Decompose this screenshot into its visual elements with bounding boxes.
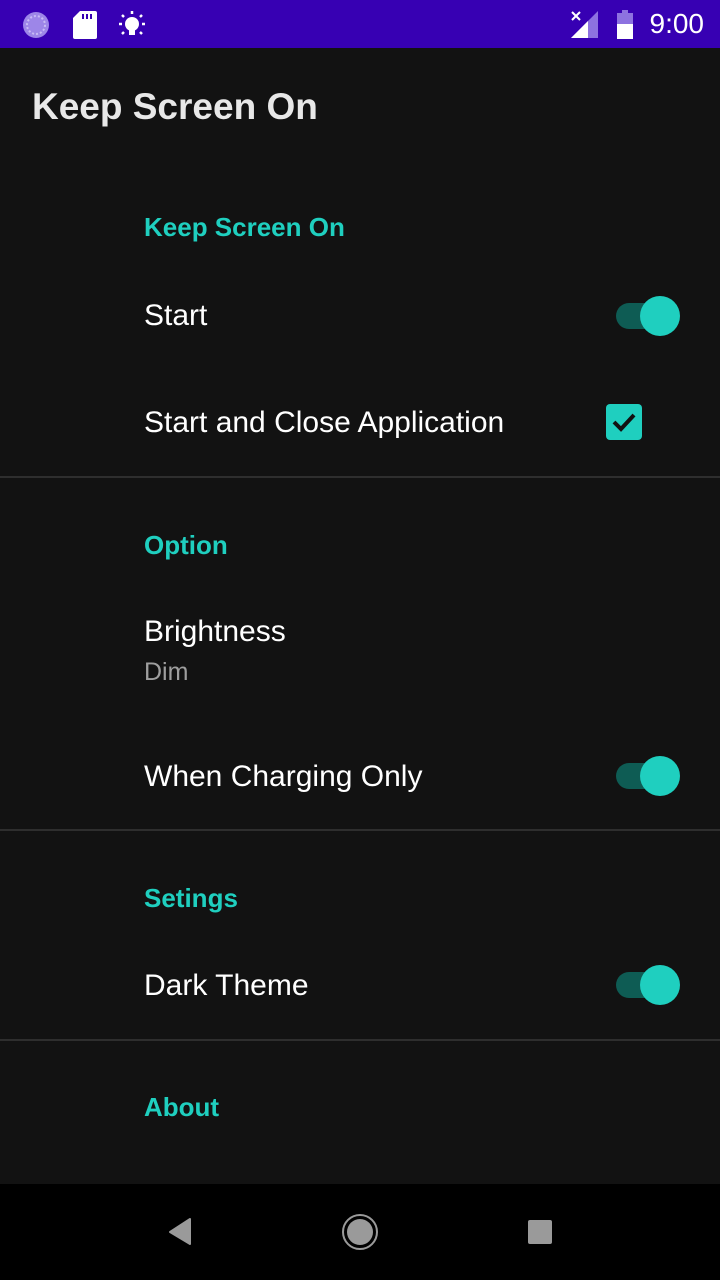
pref-start-and-close-title: Start and Close Application	[144, 406, 505, 439]
sd-card-icon	[73, 11, 97, 39]
app-bar: Keep Screen On	[0, 48, 720, 160]
status-bar: 9:00	[0, 0, 720, 48]
dark-theme-switch[interactable]	[614, 964, 684, 1005]
pref-start-title: Start	[144, 299, 208, 332]
switch-thumb	[640, 296, 680, 336]
home-icon[interactable]	[332, 1204, 388, 1260]
sync-icon	[23, 12, 49, 38]
category-settings: Setings	[144, 883, 238, 913]
no-signal-icon	[571, 11, 598, 38]
section-divider	[0, 1039, 720, 1041]
recents-icon[interactable]	[512, 1204, 568, 1260]
start-switch[interactable]	[614, 295, 684, 336]
category-about: About	[144, 1092, 220, 1122]
brightness-icon	[119, 11, 145, 35]
pref-when-charging-only-title: When Charging Only	[144, 760, 423, 793]
check-icon	[612, 413, 636, 432]
switch-thumb	[640, 965, 680, 1005]
category-option: Option	[144, 530, 228, 560]
when-charging-only-switch[interactable]	[614, 755, 684, 796]
clock: 9:00	[649, 8, 705, 39]
section-divider	[0, 476, 720, 478]
pref-brightness-summary: Dim	[144, 658, 189, 686]
switch-thumb	[640, 756, 680, 796]
pref-dark-theme-title: Dark Theme	[144, 969, 309, 1002]
navigation-bar	[0, 1184, 720, 1280]
section-divider	[0, 829, 720, 831]
pref-brightness-title: Brightness	[144, 615, 286, 648]
start-and-close-checkbox[interactable]	[606, 404, 642, 440]
app-title: Keep Screen On	[32, 86, 318, 127]
category-keep-screen-on: Keep Screen On	[144, 212, 345, 242]
back-icon[interactable]	[152, 1204, 208, 1260]
battery-icon	[617, 10, 633, 39]
